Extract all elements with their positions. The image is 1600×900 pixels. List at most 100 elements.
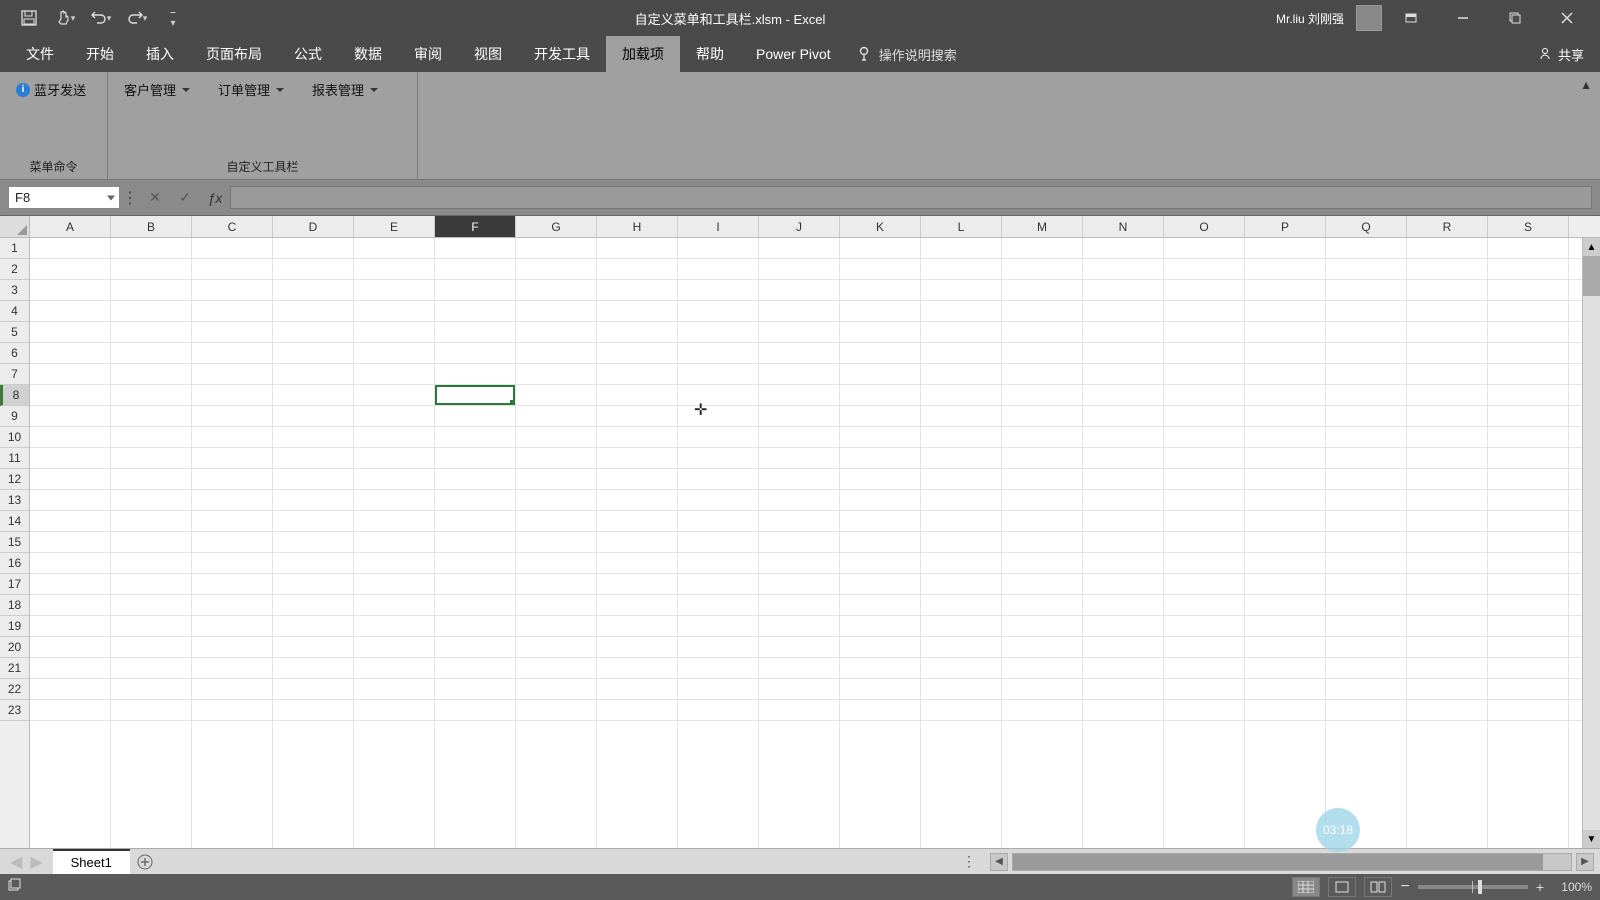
qat-customize-icon[interactable]: ⎯▾ <box>162 7 184 29</box>
column-header[interactable]: A <box>30 216 111 237</box>
close-button[interactable] <box>1544 0 1590 36</box>
ribbon-tab[interactable]: 开始 <box>70 36 130 72</box>
cells-area[interactable] <box>30 238 1600 848</box>
scroll-up-icon[interactable]: ▲ <box>1583 238 1600 256</box>
row-header[interactable]: 3 <box>0 280 29 301</box>
row-header[interactable]: 5 <box>0 322 29 343</box>
row-header[interactable]: 18 <box>0 595 29 616</box>
row-header[interactable]: 11 <box>0 448 29 469</box>
column-header[interactable]: C <box>192 216 273 237</box>
row-header[interactable]: 19 <box>0 616 29 637</box>
maximize-button[interactable] <box>1492 0 1538 36</box>
share-button[interactable]: 共享 <box>1538 36 1584 72</box>
row-header[interactable]: 9 <box>0 406 29 427</box>
row-header[interactable]: 16 <box>0 553 29 574</box>
column-header[interactable]: G <box>516 216 597 237</box>
ribbon-tab[interactable]: 加载项 <box>606 36 680 72</box>
zoom-out-button[interactable]: − <box>1400 878 1409 896</box>
row-header[interactable]: 8 <box>0 385 29 406</box>
zoom-slider-thumb[interactable] <box>1478 880 1482 894</box>
row-header[interactable]: 12 <box>0 469 29 490</box>
save-icon[interactable] <box>18 7 40 29</box>
column-header[interactable]: H <box>597 216 678 237</box>
ribbon-tab[interactable]: 开发工具 <box>518 36 606 72</box>
row-header[interactable]: 23 <box>0 700 29 721</box>
normal-view-button[interactable] <box>1292 877 1320 897</box>
column-header[interactable]: L <box>921 216 1002 237</box>
scroll-right-icon[interactable]: ▶ <box>1576 853 1594 871</box>
row-header[interactable]: 4 <box>0 301 29 322</box>
name-box[interactable]: F8 <box>8 186 120 209</box>
tell-me-search[interactable]: 操作说明搜索 <box>857 36 957 72</box>
column-header[interactable]: N <box>1083 216 1164 237</box>
column-header[interactable]: O <box>1164 216 1245 237</box>
zoom-slider[interactable] <box>1418 885 1528 889</box>
row-header[interactable]: 15 <box>0 532 29 553</box>
column-header[interactable]: S <box>1488 216 1569 237</box>
row-header[interactable]: 17 <box>0 574 29 595</box>
row-header[interactable]: 22 <box>0 679 29 700</box>
ribbon-display-options-icon[interactable] <box>1388 0 1434 36</box>
scroll-down-icon[interactable]: ▼ <box>1583 830 1600 848</box>
collapse-ribbon-icon[interactable]: ▲ <box>1580 78 1592 92</box>
ribbon-tab[interactable]: 视图 <box>458 36 518 72</box>
enter-formula-icon[interactable]: ✓ <box>170 180 200 215</box>
page-break-view-button[interactable] <box>1364 877 1392 897</box>
column-header[interactable]: E <box>354 216 435 237</box>
row-header[interactable]: 2 <box>0 259 29 280</box>
redo-icon[interactable]: ▾ <box>126 7 148 29</box>
customer-mgmt-button[interactable]: 客户管理 <box>120 78 194 101</box>
user-name[interactable]: Mr.liu 刘刚强 <box>1276 10 1344 27</box>
sheet-options-icon[interactable]: ⋮ <box>960 853 978 870</box>
row-header[interactable]: 6 <box>0 343 29 364</box>
undo-icon[interactable]: ▾ <box>90 7 112 29</box>
sheet-prev-icon[interactable]: ◀ <box>10 852 22 872</box>
select-all-button[interactable] <box>0 216 30 237</box>
avatar[interactable] <box>1356 5 1382 31</box>
formula-input[interactable] <box>230 186 1592 209</box>
sheet-next-icon[interactable]: ▶ <box>30 852 42 872</box>
column-header[interactable]: B <box>111 216 192 237</box>
column-header[interactable]: D <box>273 216 354 237</box>
ribbon-tab[interactable]: 页面布局 <box>190 36 278 72</box>
chevron-down-icon[interactable] <box>107 195 115 200</box>
column-header[interactable]: M <box>1002 216 1083 237</box>
column-header[interactable]: R <box>1407 216 1488 237</box>
scrollbar-thumb[interactable] <box>1013 854 1543 870</box>
scrollbar-thumb[interactable] <box>1583 256 1600 296</box>
cancel-formula-icon[interactable]: ✕ <box>140 180 170 215</box>
row-header[interactable]: 13 <box>0 490 29 511</box>
ribbon-tab[interactable]: 审阅 <box>398 36 458 72</box>
minimize-button[interactable] <box>1440 0 1486 36</box>
row-header[interactable]: 7 <box>0 364 29 385</box>
column-header[interactable]: K <box>840 216 921 237</box>
add-sheet-button[interactable] <box>130 849 160 874</box>
bluetooth-send-button[interactable]: i 蓝牙发送 <box>12 78 90 101</box>
ribbon-tab[interactable]: Power Pivot <box>740 36 847 72</box>
ribbon-tab[interactable]: 公式 <box>278 36 338 72</box>
ribbon-tab[interactable]: 文件 <box>10 36 70 72</box>
row-header[interactable]: 10 <box>0 427 29 448</box>
column-header[interactable]: P <box>1245 216 1326 237</box>
column-header[interactable]: F <box>435 216 516 237</box>
ribbon-tab[interactable]: 帮助 <box>680 36 740 72</box>
row-header[interactable]: 20 <box>0 637 29 658</box>
page-layout-view-button[interactable] <box>1328 877 1356 897</box>
column-header[interactable]: Q <box>1326 216 1407 237</box>
order-mgmt-button[interactable]: 订单管理 <box>214 78 288 101</box>
fx-icon[interactable]: ƒx <box>200 180 230 215</box>
row-header[interactable]: 1 <box>0 238 29 259</box>
row-header[interactable]: 21 <box>0 658 29 679</box>
touch-mode-icon[interactable]: ▾ <box>54 7 76 29</box>
row-header[interactable]: 14 <box>0 511 29 532</box>
vertical-scrollbar[interactable]: ▲ ▼ <box>1582 238 1600 848</box>
active-cell[interactable] <box>435 385 515 405</box>
horizontal-scrollbar[interactable] <box>1012 853 1572 871</box>
ribbon-tab[interactable]: 数据 <box>338 36 398 72</box>
zoom-level[interactable]: 100% <box>1552 880 1592 894</box>
column-header[interactable]: J <box>759 216 840 237</box>
report-mgmt-button[interactable]: 报表管理 <box>308 78 382 101</box>
zoom-in-button[interactable]: + <box>1536 879 1544 895</box>
macro-record-icon[interactable] <box>8 878 22 897</box>
sheet-tab[interactable]: Sheet1 <box>53 849 130 874</box>
